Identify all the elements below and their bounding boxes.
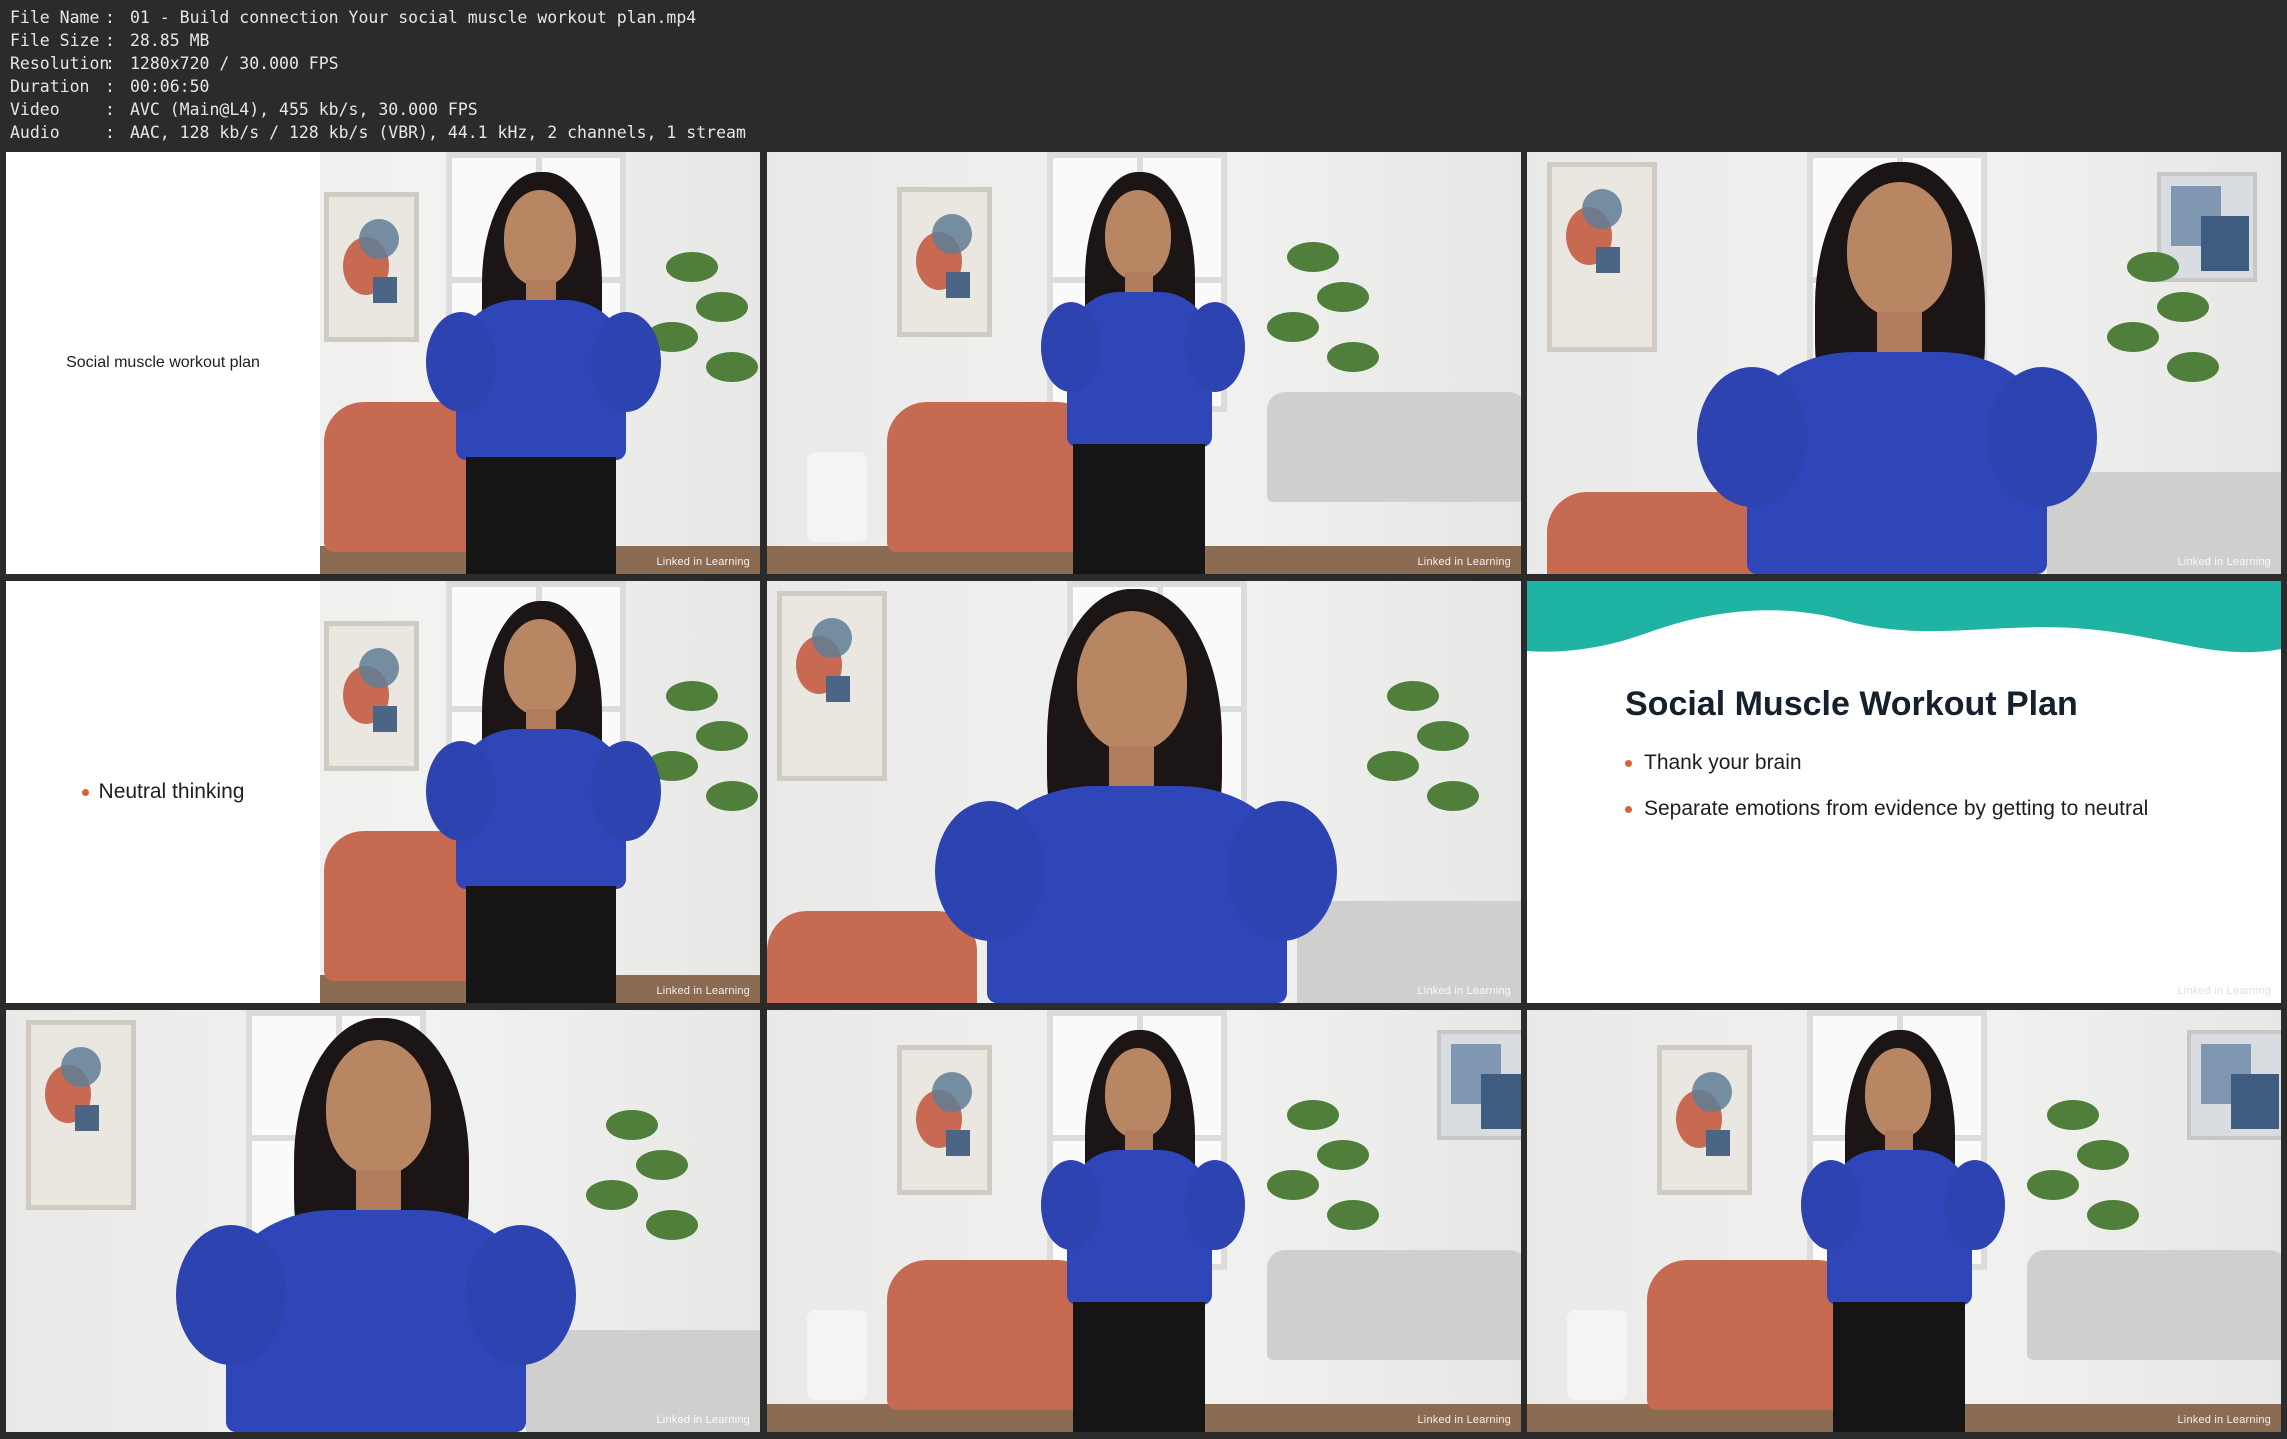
meta-sep: : [105,54,115,73]
wall-painting [897,187,992,337]
presenter [1687,152,2107,574]
presenter [1767,1030,2027,1432]
meta-key: File Size [10,31,100,50]
thumbnail-frame-4: Neutral thinking Linked in Learning [6,581,760,1003]
meta-value: 00:06:50 [130,77,210,96]
plant [1347,661,1497,891]
slide-title: Social Muscle Workout Plan [1625,685,2078,723]
presenter [386,172,686,574]
plant [1247,222,1397,452]
video-row: Video: AVC (Main@L4), 455 kb/s, 30.000 FP… [10,98,746,121]
file-info-panel: File Name:01 - Build connection Your soc… [10,6,746,144]
slide-text: Social muscle workout plan [66,354,260,371]
presenter [1007,172,1267,574]
plant [2007,1080,2157,1310]
thumbnail-frame-9: Linked in Learning [1527,1010,2281,1432]
bullet-dot-icon [81,788,89,796]
wall-painting [897,1045,992,1195]
linkedin-learning-watermark: Linked in Learning [656,556,750,568]
title-slide: Social Muscle Workout Plan Thank your br… [1527,581,2281,1003]
linkedin-learning-watermark: Linked in Learning [2177,556,2271,568]
linkedin-learning-watermark: Linked in Learning [2177,1414,2271,1426]
plant [566,1090,716,1320]
meta-value: 28.85 MB [130,31,210,50]
slide-panel: Neutral thinking [6,581,320,1003]
meta-value: 01 - Build connection Your social muscle… [130,8,697,27]
meta-value: 1280x720 / 30.000 FPS [130,54,339,73]
linkedin-learning-watermark: Linked in Learning [1417,985,1511,997]
presenter [927,581,1347,1003]
linkedin-learning-watermark: Linked in Learning [656,985,750,997]
presenter [1007,1030,1267,1432]
linkedin-learning-watermark: Linked in Learning [1417,556,1511,568]
side-table [1567,1310,1627,1400]
thumbnail-frame-3: Linked in Learning [1527,152,2281,574]
file-size-row: File Size:28.85 MB [10,29,746,52]
presenter [166,1010,586,1432]
thumbnail-frame-5: Linked in Learning [767,581,1521,1003]
audio-row: Audio: AAC, 128 kb/s / 128 kb/s (VBR), 44… [10,121,746,144]
wall-painting [777,591,887,781]
side-table [807,452,867,542]
thumbnail-frame-8: Linked in Learning [767,1010,1521,1432]
teal-wave-banner [1527,581,2281,653]
slide-bullet-text: Neutral thinking [98,780,245,803]
linkedin-learning-watermark: Linked in Learning [656,1414,750,1426]
side-table [807,1310,867,1400]
slide-panel: Social muscle workout plan [6,152,320,574]
linkedin-learning-watermark: Linked in Learning [2177,985,2271,997]
abstract-art [2187,1030,2281,1140]
wall-painting [1657,1045,1752,1195]
wall-painting [26,1020,136,1210]
wall-painting [1547,162,1657,352]
thumbnail-frame-2: Linked in Learning [767,152,1521,574]
plant [2087,232,2237,462]
meta-key: Audio [10,123,60,142]
presenter [386,601,686,1003]
thumbnail-frame-6: Social Muscle Workout Plan Thank your br… [1527,581,2281,1003]
slide-bullet: Thank your brain [1625,751,2148,775]
bullet-dot-icon [1625,759,1632,767]
file-name-row: File Name:01 - Build connection Your soc… [10,6,746,29]
abstract-art [1437,1030,1521,1140]
slide-bullet: Neutral thinking [81,780,245,804]
meta-key: File Name [10,8,100,27]
slide-bullet-list: Thank your brain Separate emotions from … [1625,751,2148,843]
slide-bullet-text: Thank your brain [1644,751,1802,774]
meta-key: Duration [10,77,90,96]
plant [1247,1080,1397,1310]
meta-sep: : [105,77,115,96]
meta-sep: : [105,123,115,142]
meta-key: Video [10,100,60,119]
meta-value: AAC, 128 kb/s / 128 kb/s (VBR), 44.1 kHz… [130,123,746,142]
thumbnail-frame-7: Linked in Learning [6,1010,760,1432]
thumbnail-frame-1: Social muscle workout plan Linked in Lea… [6,152,760,574]
meta-sep: : [105,31,115,50]
meta-sep: : [105,100,115,119]
meta-key: Resolution [10,54,110,73]
linkedin-learning-watermark: Linked in Learning [1417,1414,1511,1426]
meta-value: AVC (Main@L4), 455 kb/s, 30.000 FPS [130,100,478,119]
slide-bullet: Separate emotions from evidence by getti… [1625,797,2148,821]
meta-sep: : [105,8,115,27]
bullet-dot-icon [1625,805,1632,813]
slide-bullet-text: Separate emotions from evidence by getti… [1644,797,2149,820]
resolution-row: Resolution:1280x720 / 30.000 FPS [10,52,746,75]
duration-row: Duration:00:06:50 [10,75,746,98]
